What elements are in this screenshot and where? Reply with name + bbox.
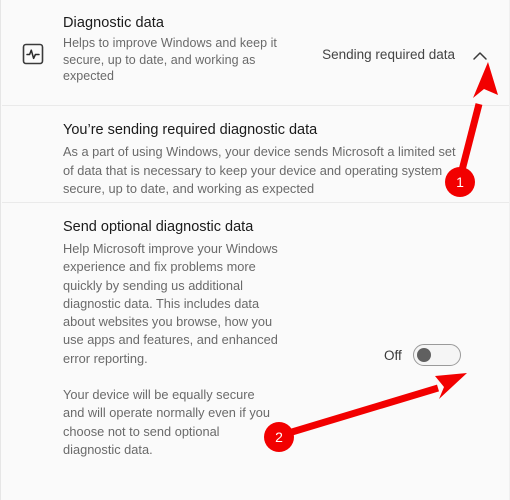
optional-data-note: Your device will be equally secure and w…	[63, 387, 270, 457]
required-diagnostic-data-section: You’re sending required diagnostic data …	[1, 106, 509, 203]
required-data-body: As a part of using Windows, your device …	[63, 144, 456, 196]
optional-data-text-block: Send optional diagnostic data Help Micro…	[63, 217, 278, 459]
diagnostic-data-text-block: Diagnostic data Helps to improve Windows…	[63, 13, 293, 85]
toggle-state-label: Off	[384, 347, 402, 363]
diagnostic-data-header-row[interactable]: Diagnostic data Helps to improve Windows…	[1, 0, 509, 106]
optional-data-body: Help Microsoft improve your Windows expe…	[63, 241, 278, 366]
optional-data-toggle[interactable]	[412, 344, 461, 366]
page-title: Diagnostic data	[63, 15, 165, 31]
required-data-text-block: You’re sending required diagnostic data …	[63, 120, 463, 199]
optional-data-title: Send optional diagnostic data	[63, 219, 254, 235]
optional-data-toggle-group[interactable]: Off	[384, 344, 461, 366]
optional-diagnostic-data-section: Send optional diagnostic data Help Micro…	[1, 203, 509, 500]
required-data-title: You’re sending required diagnostic data	[63, 122, 318, 138]
settings-panel: Diagnostic data Helps to improve Windows…	[0, 0, 510, 500]
chevron-up-icon[interactable]	[468, 44, 492, 68]
diagnostic-data-status-text: Sending required data	[322, 47, 455, 62]
toggle-knob	[416, 348, 431, 362]
pulse-activity-icon	[21, 42, 45, 66]
diagnostic-data-subtitle: Helps to improve Windows and keep it sec…	[63, 36, 277, 83]
